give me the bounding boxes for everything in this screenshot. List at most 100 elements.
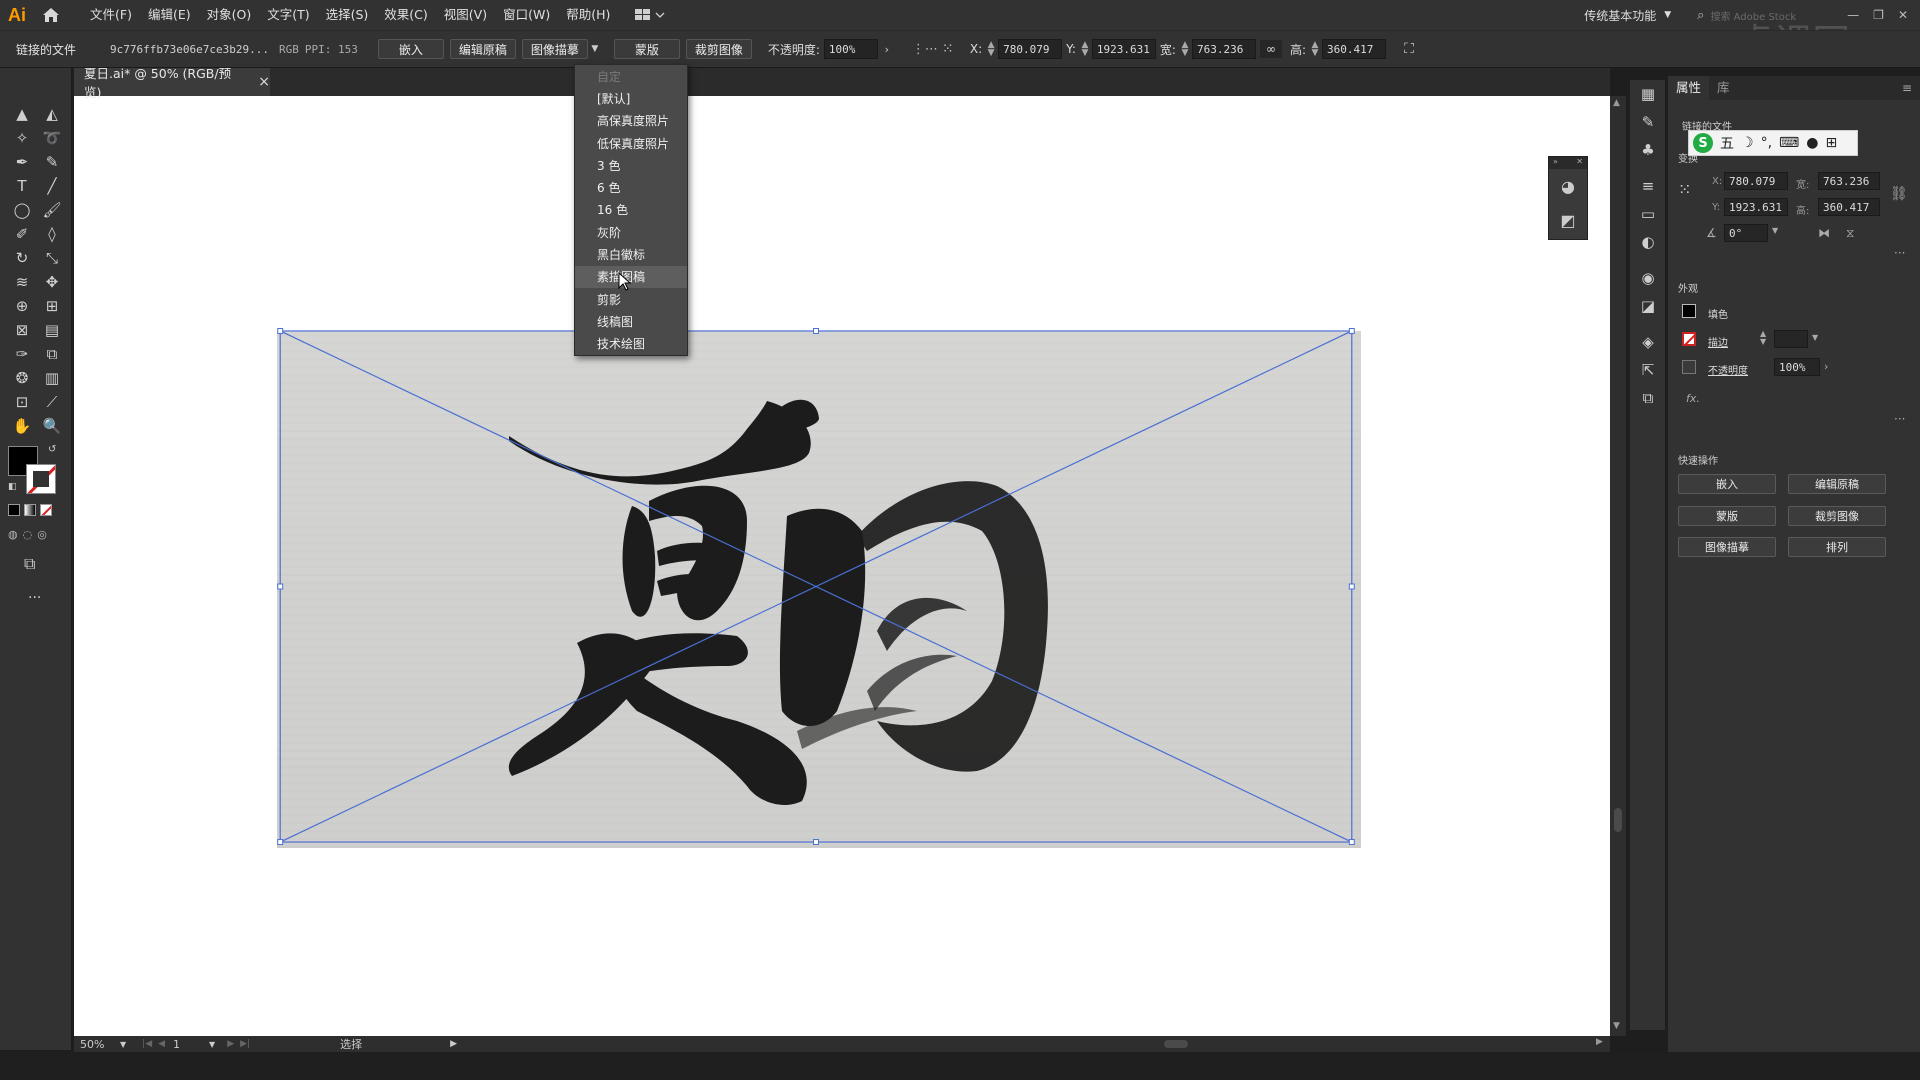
chevron-down-icon[interactable]: ▼ — [1772, 226, 1778, 235]
tab-properties[interactable]: 属性 — [1668, 76, 1709, 100]
pen-tool-icon[interactable]: ✒ — [8, 150, 36, 174]
flip-vertical-icon[interactable]: ⧖ — [1846, 226, 1854, 241]
embed-button[interactable]: 嵌入 — [378, 39, 444, 59]
zoom-field[interactable]: 50% — [80, 1038, 120, 1051]
gradient-tool-icon[interactable]: ▤ — [38, 318, 66, 342]
last-page-icon[interactable]: ▶| — [240, 1039, 250, 1049]
none-mode-icon[interactable] — [40, 504, 52, 516]
quick-edit-original-button[interactable]: 编辑原稿 — [1788, 474, 1886, 494]
page-field[interactable]: 1 — [173, 1038, 209, 1051]
moon-icon[interactable]: ☽ — [1741, 135, 1754, 151]
gradient-panel-icon[interactable]: ▭ — [1630, 200, 1666, 228]
image-trace-button[interactable]: 图像描摹 — [522, 39, 588, 59]
scroll-right-icon[interactable]: ▶ — [1596, 1037, 1603, 1047]
paintbrush-tool-icon[interactable]: 🖌 — [38, 198, 66, 222]
close-panel-icon[interactable]: ✕ — [1576, 157, 1583, 169]
height-field[interactable]: 360.417 — [1322, 39, 1386, 59]
puppet-warp-tool-icon[interactable]: ✥ — [38, 270, 66, 294]
image-trace-panel-icon[interactable]: ◩ — [1549, 203, 1587, 237]
draw-inside-icon[interactable]: ◎ — [37, 528, 47, 541]
opacity-label[interactable]: 不透明度 — [1708, 362, 1748, 377]
recolor-icon[interactable]: ◕ — [1549, 169, 1587, 203]
ellipse-tool-icon[interactable]: ◯ — [8, 198, 36, 222]
trace-preset-6-colors[interactable]: 6 色 — [575, 176, 687, 198]
linked-file-name[interactable]: 9c776ffb73e06e7ce3b29... — [110, 43, 269, 56]
quick-crop-image-button[interactable]: 裁剪图像 — [1788, 506, 1886, 526]
menu-effect[interactable]: 效果(C) — [376, 0, 435, 30]
vertical-scroll-thumb[interactable] — [1614, 808, 1622, 832]
home-icon[interactable] — [34, 0, 68, 30]
more-tools-icon[interactable]: ··· — [28, 590, 41, 606]
gradient-mode-icon[interactable] — [24, 504, 36, 516]
width-tool-icon[interactable]: ≋ — [8, 270, 36, 294]
chevron-down-icon[interactable]: ▼ — [209, 1040, 215, 1049]
stroke-weight-field[interactable] — [1774, 330, 1808, 348]
stroke-stepper[interactable]: ▲ ▼ — [1760, 330, 1766, 346]
collapse-panel-icon[interactable]: » — [1553, 157, 1558, 169]
symbols-icon[interactable]: ♣ — [1630, 136, 1666, 164]
mask-button[interactable]: 蒙版 — [614, 39, 680, 59]
width-stepper[interactable]: ▲ ▼ — [1180, 39, 1190, 59]
selection-bounding-box[interactable] — [274, 328, 1358, 845]
width-field[interactable]: 763.236 — [1818, 172, 1880, 190]
menu-type[interactable]: 文字(T) — [259, 0, 317, 30]
trace-preset-16-colors[interactable]: 16 色 — [575, 199, 687, 221]
first-page-icon[interactable]: |◀ — [142, 1039, 152, 1049]
height-stepper[interactable]: ▲ ▼ — [1310, 39, 1320, 59]
appearance-icon[interactable]: ◉ — [1630, 264, 1666, 292]
stroke-swatch[interactable] — [26, 464, 56, 494]
user-icon[interactable]: ● — [1806, 135, 1818, 151]
fx-icon[interactable]: fx. — [1686, 392, 1700, 405]
opacity-field[interactable]: 100% — [824, 39, 878, 59]
close-tab-icon[interactable]: × — [258, 74, 270, 90]
more-options-icon[interactable]: ··· — [1894, 246, 1905, 260]
linked-file-label[interactable]: 链接的文件 — [16, 41, 76, 58]
reference-point-icon[interactable]: ⁙ — [1678, 180, 1691, 199]
artboard-tool-icon[interactable]: ⊡ — [8, 390, 36, 414]
trace-preset-dropdown-toggle[interactable]: ▼ — [588, 39, 602, 59]
align-icon[interactable]: ⋮⋯ — [912, 42, 942, 57]
chevron-down-icon[interactable]: ▼ — [1812, 333, 1818, 342]
arrange-documents-icon[interactable] — [630, 0, 670, 30]
rotation-field[interactable]: 0° — [1724, 224, 1768, 242]
menu-object[interactable]: 对象(O) — [199, 0, 260, 30]
brushes-icon[interactable]: ✎ — [1630, 108, 1666, 136]
vertical-scrollbar[interactable]: ▲ ▼ — [1610, 96, 1626, 1036]
trace-preset-grayscale[interactable]: 灰阶 — [575, 221, 687, 243]
y-stepper[interactable]: ▲ ▼ — [1080, 39, 1090, 59]
menu-help[interactable]: 帮助(H) — [558, 0, 618, 30]
selection-tool-icon[interactable]: ▲ — [8, 102, 36, 126]
zoom-tool-icon[interactable]: 🔍 — [38, 414, 66, 438]
chevron-down-icon[interactable]: ▼ — [120, 1040, 126, 1049]
next-page-icon[interactable]: ▶ — [227, 1039, 234, 1049]
document-tab[interactable]: 夏日.ai* @ 50% (RGB/预览) × — [74, 68, 270, 96]
link-proportions-icon[interactable]: ⛓ — [1890, 186, 1908, 202]
type-tool-icon[interactable]: T — [8, 174, 36, 198]
crop-image-button[interactable]: 裁剪图像 — [686, 39, 752, 59]
stroke-color-swatch[interactable] — [1682, 332, 1696, 346]
column-graph-tool-icon[interactable]: ▥ — [38, 366, 66, 390]
default-colors-icon[interactable]: ◧ — [8, 482, 17, 492]
asset-export-icon[interactable]: ⇱ — [1630, 356, 1666, 384]
scale-tool-icon[interactable]: ⤡ — [38, 246, 66, 270]
panel-menu-icon[interactable]: ≡ — [1902, 81, 1912, 95]
edit-original-button[interactable]: 编辑原稿 — [450, 39, 516, 59]
curvature-tool-icon[interactable]: ✎ — [38, 150, 66, 174]
more-options-icon[interactable]: ··· — [1894, 412, 1905, 426]
menu-select[interactable]: 选择(S) — [318, 0, 377, 30]
x-stepper[interactable]: ▲ ▼ — [986, 39, 996, 59]
prev-page-icon[interactable]: ◀ — [158, 1039, 165, 1049]
eraser-tool-icon[interactable]: ◊ — [38, 222, 66, 246]
x-field[interactable]: 780.079 — [998, 39, 1062, 59]
menu-view[interactable]: 视图(V) — [436, 0, 495, 30]
reference-point-icon[interactable]: ⁙ — [942, 41, 966, 57]
menu-file[interactable]: 文件(F) — [82, 0, 140, 30]
trace-preset-default[interactable]: [默认] — [575, 87, 687, 109]
mesh-tool-icon[interactable]: ⊠ — [8, 318, 36, 342]
libraries-icon[interactable]: ▦ — [1630, 80, 1666, 108]
slice-tool-icon[interactable]: ⟋ — [38, 390, 66, 414]
trace-preset-3-colors[interactable]: 3 色 — [575, 154, 687, 176]
color-mode-icon[interactable] — [8, 504, 20, 516]
rotate-tool-icon[interactable]: ↻ — [8, 246, 36, 270]
eyedropper-tool-icon[interactable]: ✑ — [8, 342, 36, 366]
